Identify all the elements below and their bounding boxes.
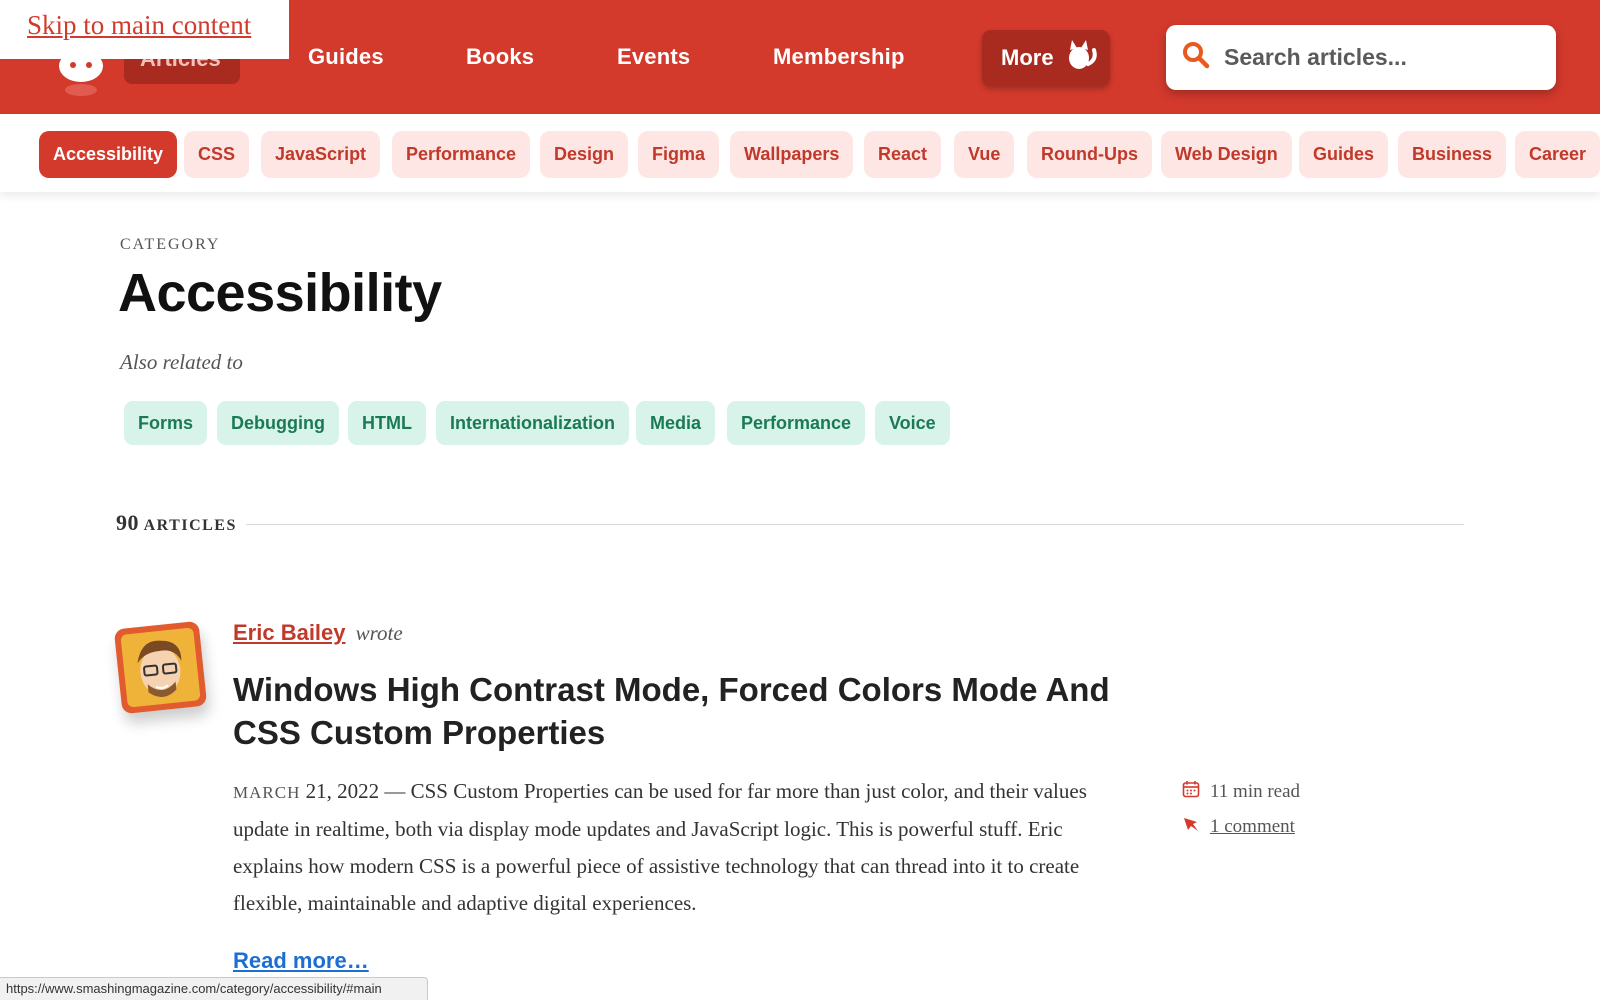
author-link[interactable]: Eric Bailey xyxy=(233,620,346,645)
related-tag-html[interactable]: HTML xyxy=(348,401,426,445)
category-pill-career[interactable]: Career xyxy=(1515,131,1600,178)
wrote-label: wrote xyxy=(355,621,403,645)
more-button[interactable]: More xyxy=(982,30,1110,86)
skip-to-main-link[interactable]: Skip to main content xyxy=(0,0,289,59)
related-tag-internationalization[interactable]: Internationalization xyxy=(436,401,630,445)
article-count: 90 ARTICLES xyxy=(116,510,237,536)
nav-membership[interactable]: Membership xyxy=(773,34,905,80)
category-pill-css[interactable]: CSS xyxy=(184,131,250,178)
category-pill-vue[interactable]: Vue xyxy=(954,131,1015,178)
divider xyxy=(246,524,1464,525)
category-pill-performance[interactable]: Performance xyxy=(392,131,531,178)
category-pill-business[interactable]: Business xyxy=(1398,131,1507,178)
nav-books[interactable]: Books xyxy=(466,34,534,80)
search-bar[interactable] xyxy=(1166,25,1556,90)
category-pill-accessibility[interactable]: Accessibility xyxy=(39,131,178,178)
article-date: 21, 2022 xyxy=(305,779,380,803)
read-more-link[interactable]: Read more… xyxy=(233,948,369,974)
related-tag-debugging[interactable]: Debugging xyxy=(217,401,339,445)
comments: 1 comment xyxy=(1182,815,1295,839)
avatar[interactable] xyxy=(113,620,208,715)
category-bar: Accessibility CSS JavaScript Performance… xyxy=(0,114,1600,192)
article-title[interactable]: Windows High Contrast Mode, Forced Color… xyxy=(233,668,1133,754)
category-pill-figma[interactable]: Figma xyxy=(638,131,720,178)
category-pill-javascript[interactable]: JavaScript xyxy=(261,131,381,178)
category-pill-web-design[interactable]: Web Design xyxy=(1161,131,1292,178)
related-label: Also related to xyxy=(120,350,243,374)
category-pill-design[interactable]: Design xyxy=(540,131,629,178)
read-time-label: 11 min read xyxy=(1210,781,1301,802)
status-bar-url: https://www.smashingmagazine.com/categor… xyxy=(0,977,428,1000)
article-count-label: ARTICLES xyxy=(143,517,237,534)
cat-icon xyxy=(1064,38,1098,78)
category-pill-round-ups[interactable]: Round-Ups xyxy=(1027,131,1152,178)
more-label: More xyxy=(1001,45,1054,70)
category-pill-wallpapers[interactable]: Wallpapers xyxy=(730,131,854,178)
calendar-icon xyxy=(1182,780,1200,804)
category-label: CATEGORY xyxy=(120,236,221,253)
article-excerpt: MARCH 21, 2022 — CSS Custom Properties c… xyxy=(233,779,1087,915)
page-title: Accessibility xyxy=(118,263,442,323)
related-tag-voice[interactable]: Voice xyxy=(875,401,950,445)
category-pill-react[interactable]: React xyxy=(864,131,942,178)
read-time: 11 min read xyxy=(1182,780,1300,804)
category-pill-guides[interactable]: Guides xyxy=(1299,131,1389,178)
search-icon xyxy=(1182,41,1210,74)
related-tag-performance[interactable]: Performance xyxy=(727,401,866,445)
search-input[interactable] xyxy=(1224,44,1544,71)
comment-icon xyxy=(1182,815,1200,839)
nav-guides[interactable]: Guides xyxy=(308,34,384,80)
comments-link[interactable]: 1 comment xyxy=(1210,816,1295,838)
related-tag-media[interactable]: Media xyxy=(636,401,716,445)
article-count-number: 90 xyxy=(116,510,139,535)
author-line: Eric Bailey wrote xyxy=(233,620,403,646)
related-tag-forms[interactable]: Forms xyxy=(124,401,208,445)
article-date-month: MARCH xyxy=(233,783,301,802)
nav-events[interactable]: Events xyxy=(617,34,690,80)
